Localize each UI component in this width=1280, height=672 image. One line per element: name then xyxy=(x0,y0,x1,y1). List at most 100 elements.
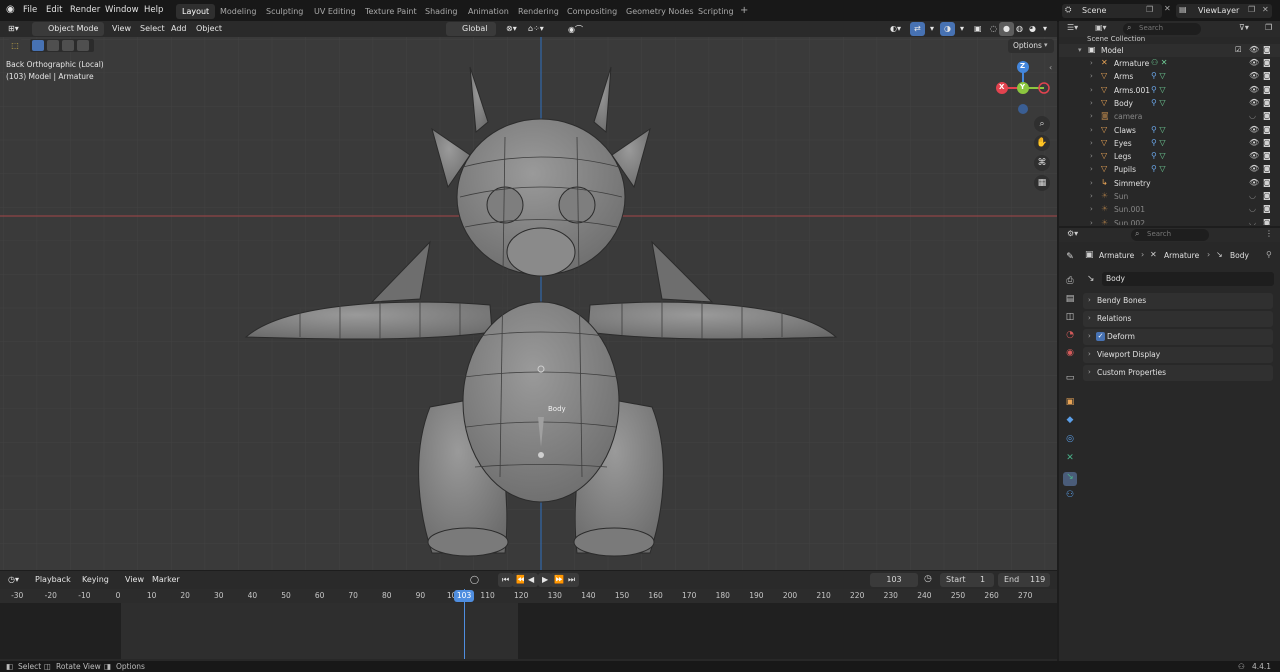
eye-icon[interactable]: 👁 xyxy=(1249,151,1259,160)
delete-scene-icon[interactable]: ✕ xyxy=(1164,4,1171,13)
render-camera-icon[interactable]: ◙ xyxy=(1263,111,1271,120)
gizmo-dropdown-icon[interactable]: ▾ xyxy=(926,22,938,36)
tab-uv-editing[interactable]: UV Editing xyxy=(308,4,362,19)
render-camera-icon[interactable]: ◙ xyxy=(1263,164,1271,173)
mesh-data-icon[interactable]: ▽ xyxy=(1159,125,1165,134)
menu-view[interactable]: View xyxy=(108,22,135,36)
panel-bendy-bones[interactable]: › Bendy Bones xyxy=(1083,293,1273,309)
expand-arrow-icon[interactable]: › xyxy=(1090,59,1093,67)
outliner-row-pupils[interactable]: › ▽ Pupils ⚲ ▽ 👁 ◙ xyxy=(1059,163,1280,176)
expand-arrow-icon[interactable]: › xyxy=(1090,152,1093,160)
panel-viewport-display[interactable]: › Viewport Display xyxy=(1083,347,1273,363)
expand-arrow-icon[interactable]: › xyxy=(1090,99,1093,107)
mesh-data-icon[interactable]: ▽ xyxy=(1159,85,1165,94)
viewlayer-selector[interactable]: ▤ ViewLayer ❐ ✕ xyxy=(1176,4,1272,18)
armature-pose-icon[interactable]: ⚇ ✕ xyxy=(1151,58,1167,67)
panel-deform[interactable]: › ✓ Deform xyxy=(1083,329,1273,345)
menu-help[interactable]: Help xyxy=(144,5,163,15)
modifier-icon[interactable]: ⚲ ▽ xyxy=(1151,98,1166,107)
properties-search-input[interactable]: ⌕ Search xyxy=(1131,229,1209,241)
modifier-icon[interactable]: ⚲ ▽ xyxy=(1151,138,1166,147)
physics-tab-icon[interactable]: ◎ xyxy=(1063,434,1077,448)
tab-texture-paint[interactable]: Texture Paint xyxy=(359,4,423,19)
tab-rendering[interactable]: Rendering xyxy=(512,4,565,19)
bone-name-field[interactable]: Body xyxy=(1102,272,1274,286)
select-subtract-icon[interactable] xyxy=(62,40,74,51)
outliner-row-sun-001[interactable]: › ☀ Sun.001 ◡ ◙ xyxy=(1059,203,1280,216)
render-camera-icon[interactable]: ◙ xyxy=(1263,71,1271,80)
expand-arrow-icon[interactable]: › xyxy=(1090,126,1093,134)
scene-selector[interactable]: ⛭ Scene ❐ xyxy=(1062,4,1162,18)
tab-animation[interactable]: Animation xyxy=(462,4,515,19)
output-tab-icon[interactable]: ▤ xyxy=(1063,294,1077,308)
shading-dropdown-icon[interactable]: ▾ xyxy=(1039,22,1051,36)
render-camera-icon[interactable]: ◙ xyxy=(1263,85,1271,94)
menu-add[interactable]: Add xyxy=(167,22,191,36)
eye-icon[interactable]: 👁 xyxy=(1249,98,1259,107)
armature-data-tab-icon[interactable]: ✕ xyxy=(1063,453,1077,467)
panel-relations[interactable]: › Relations xyxy=(1083,311,1273,327)
collection-tab-icon[interactable]: ▭ xyxy=(1063,373,1077,387)
overlay-dropdown-icon[interactable]: ▾ xyxy=(956,22,968,36)
new-collection-icon[interactable]: ❐ xyxy=(1265,23,1272,32)
modifier-icon[interactable]: ⚲ ▽ xyxy=(1151,164,1166,173)
panel-custom-properties[interactable]: › Custom Properties xyxy=(1083,365,1273,381)
pin-icon[interactable]: ⚲ xyxy=(1266,250,1272,259)
render-camera-icon[interactable]: ◙ xyxy=(1263,218,1271,225)
tab-layout[interactable]: Layout xyxy=(176,4,216,19)
render-camera-icon[interactable]: ◙ xyxy=(1263,98,1271,107)
eye-icon[interactable]: 👁 xyxy=(1249,125,1259,134)
outliner-search-input[interactable]: ⌕ Search xyxy=(1123,23,1201,35)
add-workspace-button[interactable]: + xyxy=(734,2,754,17)
eye-icon[interactable]: 👁 xyxy=(1249,58,1259,67)
expand-arrow-icon[interactable]: › xyxy=(1090,219,1093,225)
expand-arrow-icon[interactable]: › xyxy=(1090,205,1093,213)
outliner-row-eyes[interactable]: › ▽ Eyes ⚲ ▽ 👁 ◙ xyxy=(1059,137,1280,150)
filter-icon[interactable]: ⊽▾ xyxy=(1239,23,1249,32)
eye-closed-icon[interactable]: ◡ xyxy=(1249,218,1256,225)
transform-orientation[interactable]: Global xyxy=(446,22,496,36)
tab-scripting[interactable]: Scripting xyxy=(692,4,740,19)
outliner-editor-icon[interactable]: ☰▾ xyxy=(1067,23,1078,32)
render-camera-icon[interactable]: ◙ xyxy=(1263,191,1271,200)
mesh-data-icon[interactable]: ▽ xyxy=(1159,164,1165,173)
playhead-frame-badge[interactable]: 103 xyxy=(454,590,475,602)
menu-file[interactable]: File xyxy=(23,5,37,15)
rendered-shading-icon[interactable]: ◕ xyxy=(1025,22,1040,36)
render-camera-icon[interactable]: ◙ xyxy=(1263,45,1271,54)
render-camera-icon[interactable]: ◙ xyxy=(1263,204,1271,213)
render-camera-icon[interactable]: ◙ xyxy=(1263,178,1271,187)
modifier-icon[interactable]: ⚲ ▽ xyxy=(1151,71,1166,80)
sidebar-toggle-icon[interactable]: ‹ xyxy=(1049,63,1052,72)
overlay-toggle-icon[interactable]: ◑ xyxy=(940,22,955,36)
gizmo-neg-z[interactable] xyxy=(1018,104,1028,114)
timeline-frame-range[interactable] xyxy=(121,603,518,659)
expand-arrow-icon[interactable]: ▾ xyxy=(1078,46,1082,54)
mesh-data-icon[interactable]: ▽ xyxy=(1159,98,1165,107)
outliner-row-arms-001[interactable]: › ▽ Arms.001 ⚲ ▽ 👁 ◙ xyxy=(1059,84,1280,97)
collection-checkbox-icon[interactable]: ☑ xyxy=(1235,45,1242,54)
eye-icon[interactable]: 👁 xyxy=(1249,138,1259,147)
camera-view-icon[interactable]: ⌘ xyxy=(1034,155,1050,171)
frame-ruler[interactable]: -30-20-100102030405060708090100110120130… xyxy=(0,589,1057,603)
menu-render[interactable]: Render xyxy=(70,5,100,15)
new-viewlayer-icon[interactable]: ❐ xyxy=(1248,5,1255,14)
options-button[interactable]: Options ▾ xyxy=(1008,39,1054,53)
outliner-row-legs[interactable]: › ▽ Legs ⚲ ▽ 👁 ◙ xyxy=(1059,150,1280,163)
scene-collection-label[interactable]: Scene Collection xyxy=(1087,35,1145,43)
breadcrumb-object[interactable]: Armature xyxy=(1099,251,1134,260)
display-mode-icon[interactable]: ▣▾ xyxy=(1095,23,1107,32)
eye-icon[interactable]: 👁 xyxy=(1249,45,1259,54)
select-extend-icon[interactable] xyxy=(47,40,59,51)
select-invert-icon[interactable] xyxy=(77,40,89,51)
delete-viewlayer-icon[interactable]: ✕ xyxy=(1262,5,1269,14)
modifiers-tab-icon[interactable]: ◆ xyxy=(1063,415,1077,429)
bone-tail-joint[interactable] xyxy=(538,452,544,458)
pan-hand-icon[interactable]: ✋ xyxy=(1034,135,1050,151)
outliner-row-sun[interactable]: › ☀ Sun ◡ ◙ xyxy=(1059,190,1280,203)
render-tab-icon[interactable]: ⎙ xyxy=(1063,276,1077,290)
ortho-grid-icon[interactable]: ▦ xyxy=(1034,175,1050,191)
blender-logo-icon[interactable]: ◉ xyxy=(6,4,15,15)
breadcrumb-bone[interactable]: Body xyxy=(1230,251,1249,260)
render-camera-icon[interactable]: ◙ xyxy=(1263,58,1271,67)
